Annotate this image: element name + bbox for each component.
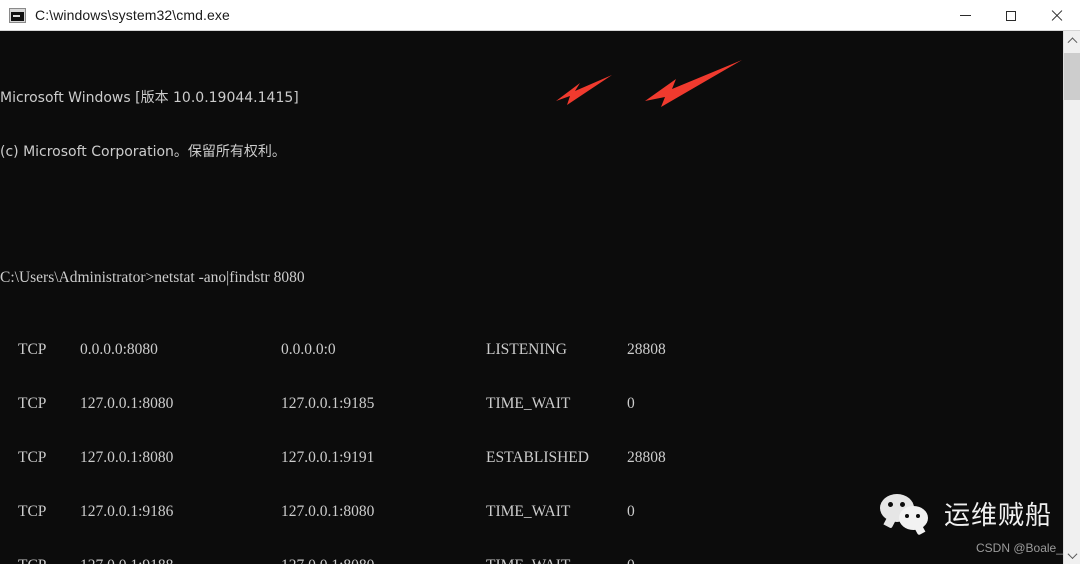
cell-proto: TCP xyxy=(18,341,47,358)
console-output-area[interactable]: Microsoft Windows [版本 10.0.19044.1415] (… xyxy=(0,31,1063,564)
wechat-eye xyxy=(888,502,893,507)
table-row: TCP 127.0.0.1:8080 127.0.0.1:9185 TIME_W… xyxy=(0,395,635,413)
cell-pid: 0 xyxy=(627,503,635,520)
table-row: TCP 0.0.0.0:8080 0.0.0.0:0 LISTENING 288… xyxy=(0,341,666,359)
cell-local: 127.0.0.1:8080 xyxy=(80,449,174,466)
arrow-to-state xyxy=(556,75,612,105)
cell-foreign: 127.0.0.1:9185 xyxy=(281,395,375,412)
minimize-icon xyxy=(959,15,971,16)
console-text: Microsoft Windows [版本 10.0.19044.1415] (… xyxy=(0,35,666,564)
arrow-to-pid xyxy=(645,60,742,107)
cell-local: 127.0.0.1:8080 xyxy=(80,395,174,412)
vertical-scrollbar[interactable] xyxy=(1063,31,1080,564)
command-text: netstat -ano|findstr 8080 xyxy=(154,269,305,286)
cell-local: 127.0.0.1:9186 xyxy=(80,503,174,520)
prompt-text: C:\Users\Administrator> xyxy=(0,269,155,286)
window-title: C:\windows\system32\cmd.exe xyxy=(35,7,230,23)
cell-state: TIME_WAIT xyxy=(486,503,571,520)
cell-foreign: 127.0.0.1:8080 xyxy=(281,503,375,520)
cell-pid: 28808 xyxy=(627,449,666,466)
table-row: TCP 127.0.0.1:9188 127.0.0.1:8080 TIME_W… xyxy=(0,557,635,564)
maximize-button[interactable] xyxy=(988,0,1034,31)
cell-local: 127.0.0.1:9188 xyxy=(80,557,173,564)
table-row: TCP 127.0.0.1:9186 127.0.0.1:8080 TIME_W… xyxy=(0,503,635,521)
minimize-button[interactable] xyxy=(942,0,988,31)
wechat-eye xyxy=(905,514,909,518)
chevron-up-icon xyxy=(1067,37,1078,48)
scrollbar-thumb[interactable] xyxy=(1064,53,1080,100)
cell-proto: TCP xyxy=(18,503,47,520)
window-controls xyxy=(942,0,1080,31)
banner-line-1: Microsoft Windows [版本 10.0.19044.1415] xyxy=(0,90,299,106)
cell-foreign: 0.0.0.0:0 xyxy=(281,341,336,358)
cell-proto: TCP xyxy=(18,395,47,412)
cell-local: 0.0.0.0:8080 xyxy=(80,341,158,358)
cell-state: TIME_WAIT xyxy=(486,395,571,412)
cmd-window: C:\windows\system32\cmd.exe Microsoft Wi… xyxy=(0,0,1080,564)
cell-state: LISTENING xyxy=(486,341,567,358)
wechat-watermark: 运维贼船 xyxy=(880,492,1052,534)
wechat-eye xyxy=(900,502,905,507)
scroll-down-button[interactable] xyxy=(1064,547,1080,564)
close-button[interactable] xyxy=(1034,0,1080,31)
command-line: C:\Users\Administrator>netstat -ano|find… xyxy=(0,269,305,287)
cell-foreign: 127.0.0.1:9191 xyxy=(281,449,375,466)
chevron-down-icon xyxy=(1067,549,1078,560)
cell-proto: TCP xyxy=(18,449,47,466)
cell-pid: 0 xyxy=(627,557,635,564)
table-row: TCP 127.0.0.1:8080 127.0.0.1:9191 ESTABL… xyxy=(0,449,666,467)
cell-state: TIME_WAIT xyxy=(486,557,570,564)
wechat-eye xyxy=(916,514,920,518)
csdn-credit: CSDN @Boale_H xyxy=(976,541,1063,555)
cmd-console-icon xyxy=(9,7,26,23)
scroll-up-button[interactable] xyxy=(1064,31,1080,48)
wechat-icon xyxy=(880,492,934,534)
wechat-account-name: 运维贼船 xyxy=(944,500,1053,531)
cell-pid: 0 xyxy=(627,395,635,412)
close-icon xyxy=(1051,10,1063,22)
maximize-icon xyxy=(1006,10,1016,21)
cell-proto: TCP xyxy=(18,557,46,564)
wechat-bubble-small xyxy=(899,506,928,530)
title-bar[interactable]: C:\windows\system32\cmd.exe xyxy=(0,0,1080,31)
banner-line-2: (c) Microsoft Corporation。保留所有权利。 xyxy=(0,144,286,160)
cell-state: ESTABLISHED xyxy=(486,449,589,466)
cell-pid: 28808 xyxy=(627,341,666,358)
cell-foreign: 127.0.0.1:8080 xyxy=(281,557,374,564)
